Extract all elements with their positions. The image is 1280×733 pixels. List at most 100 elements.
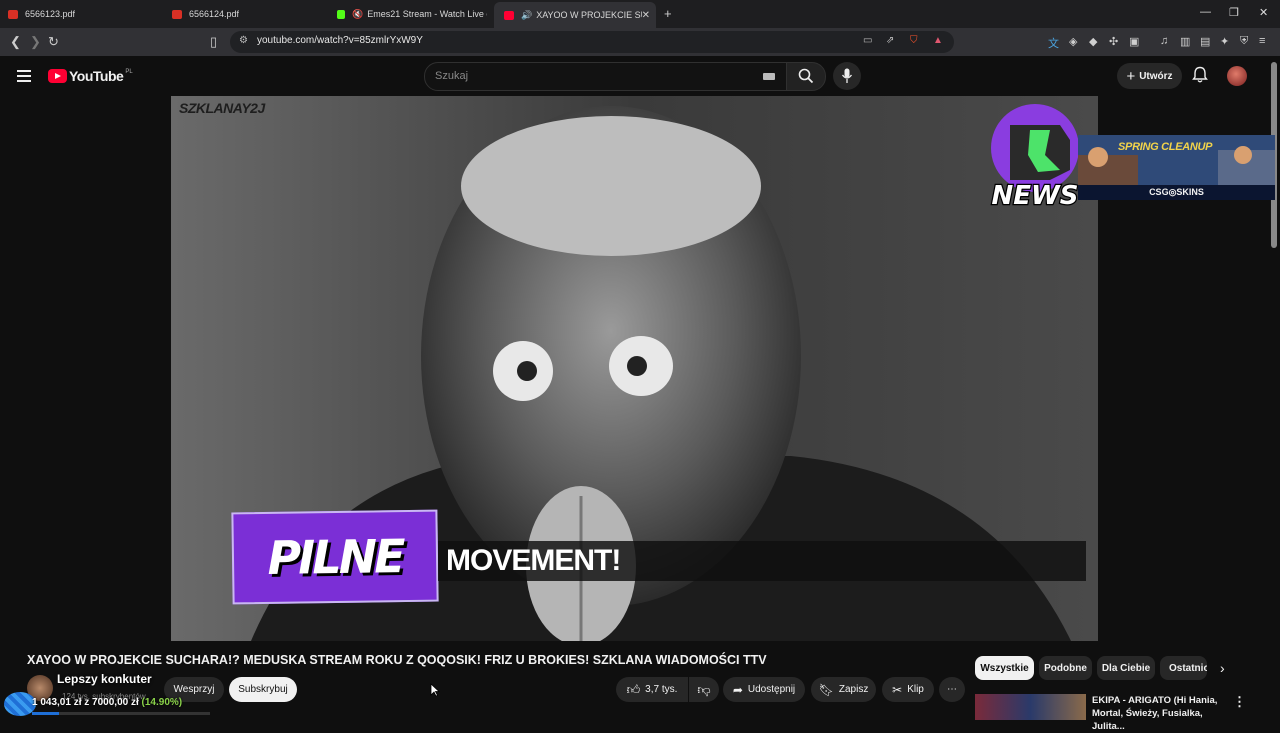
kick-icon <box>337 9 345 19</box>
share-button[interactable]: ➦ Udostępnij <box>723 677 805 702</box>
tab-pdf-2[interactable]: 6566124.pdf <box>172 0 332 28</box>
youtube-play-icon <box>48 69 67 83</box>
chip-recent[interactable]: Ostatnio <box>1160 656 1207 680</box>
close-tab-icon[interactable]: ✕ <box>642 10 650 21</box>
account-avatar[interactable] <box>1227 66 1247 86</box>
recommended-thumbnail[interactable] <box>975 694 1086 720</box>
news-label: NEWS <box>992 181 1079 211</box>
new-tab-button[interactable]: + <box>664 6 672 21</box>
donation-percent: (14.90%) <box>141 697 183 708</box>
forward-icon[interactable]: ❯ <box>30 34 41 50</box>
address-bar-row: ❮ ❯ ↻ ▯ ⚙ youtube.com/watch?v=85zmlrYxW9… <box>0 28 1280 56</box>
rewards-icon[interactable]: ▲ <box>933 35 943 46</box>
sidebar-icon[interactable]: ▥ <box>1180 35 1190 48</box>
vpn-icon[interactable]: ⛨ <box>1240 35 1248 48</box>
donation-progress-fill <box>32 712 59 715</box>
url-text[interactable]: youtube.com/watch?v=85zmlrYxW9Y <box>257 35 423 46</box>
chevron-right-icon[interactable]: › <box>1220 660 1225 676</box>
bookmark-save-icon: 🔖︎ <box>818 682 834 697</box>
tab-title: 6566123.pdf <box>25 9 76 19</box>
tab-youtube-active[interactable]: 🔊 XAYOO W PROJEKCIE SUCHAR ✕ <box>494 2 656 28</box>
notifications-bell-icon[interactable] <box>1192 66 1208 84</box>
search-button[interactable] <box>786 62 826 91</box>
thumbs-up-icon: 👍︎ <box>626 681 641 697</box>
url-field[interactable]: ⚙ youtube.com/watch?v=85zmlrYxW9Y ▭ ⇗ ⛉ … <box>230 31 954 53</box>
voice-search-button[interactable] <box>833 62 861 90</box>
chip-related[interactable]: Podobne <box>1039 656 1092 680</box>
headline-bar: MOVEMENT! <box>438 541 1086 581</box>
muted-icon[interactable]: 🔇 <box>352 9 363 20</box>
site-info-icon[interactable]: ⚙ <box>239 35 248 46</box>
chip-all[interactable]: Wszystkie <box>975 656 1034 680</box>
search-icon <box>798 68 814 84</box>
speaker-icon[interactable]: 🔊 <box>521 10 532 21</box>
extension-icon[interactable]: ◈ <box>1069 35 1077 48</box>
extension-icon[interactable]: ▣ <box>1129 35 1139 48</box>
pdf-icon <box>8 9 18 19</box>
pdf-icon <box>172 9 182 19</box>
like-count: 3,7 tys. <box>645 684 678 695</box>
puzzle-icon[interactable]: ✣ <box>1109 35 1118 48</box>
ad-banner[interactable]: SPRING CLEANUP CSG◎SKINS <box>1078 135 1275 200</box>
donation-text: 1 043,01 zł z 7000,00 zł <box>32 697 139 708</box>
create-button[interactable]: + Utwórz <box>1117 63 1182 89</box>
plus-icon: + <box>1126 67 1136 85</box>
reload-icon[interactable]: ↻ <box>48 34 59 50</box>
channel-name-overlay[interactable]: Lepszy konkuter <box>57 672 152 686</box>
donation-progress-bar <box>32 712 210 715</box>
share-label: Udostępnij <box>747 684 796 695</box>
save-button[interactable]: 🔖︎ Zapisz <box>811 677 876 702</box>
wallet-icon[interactable]: ▤ <box>1200 35 1210 48</box>
menu-icon[interactable]: ≡ <box>1259 35 1265 47</box>
chip-for-you[interactable]: Dla Ciebie <box>1097 656 1155 680</box>
logo-text: YouTube <box>69 68 124 84</box>
tab-title: XAYOO W PROJEKCIE SUCHAR <box>536 10 641 20</box>
bookmark-icon[interactable]: ▯ <box>210 34 217 50</box>
tab-title: Emes21 Stream - Watch Live on K <box>367 9 487 19</box>
video-title: XAYOO W PROJEKCIE SUCHARA!? MEDUSKA STRE… <box>27 653 767 667</box>
microphone-icon <box>841 68 853 83</box>
country-code: PL <box>125 68 133 75</box>
more-vert-icon[interactable]: ⋮ <box>1233 694 1246 710</box>
save-label: Zapisz <box>838 684 869 695</box>
cast-icon[interactable]: ▭ <box>863 35 872 46</box>
youtube-logo[interactable]: YouTube PL <box>48 68 133 84</box>
minimize-button[interactable]: — <box>1200 6 1211 18</box>
like-button[interactable]: 👍︎ 3,7 tys. <box>616 677 688 702</box>
search-input[interactable]: Szukaj <box>424 62 788 91</box>
donation-amount: 1 043,01 zł z 7000,00 zł (14.90%) <box>32 697 182 708</box>
scissors-icon: ✂ <box>892 682 903 697</box>
extension-icon[interactable]: ◆ <box>1089 35 1097 48</box>
share-icon[interactable]: ⇗ <box>886 35 894 46</box>
brave-shield-icon[interactable]: ⛉ <box>910 35 918 46</box>
back-icon[interactable]: ❮ <box>10 34 21 50</box>
share-arrow-icon: ➦ <box>732 682 743 697</box>
mouse-cursor-icon <box>430 683 440 697</box>
headline-text: MOVEMENT! <box>446 544 621 577</box>
recommended-title[interactable]: EKIPA - ARIGATO (Hi Hania, Mortal, Śwież… <box>1092 694 1232 733</box>
hamburger-menu-icon[interactable] <box>17 70 31 85</box>
tab-pdf-1[interactable]: 6566123.pdf <box>8 0 168 28</box>
news-badge-logo: NEWS <box>990 104 1080 212</box>
translate-extension-icon[interactable]: 文 <box>1048 35 1059 51</box>
tab-kick-stream[interactable]: 🔇 Emes21 Stream - Watch Live on K <box>337 0 487 28</box>
search-placeholder: Szukaj <box>435 70 469 82</box>
thumbs-down-icon: 👎︎ <box>697 681 711 697</box>
dislike-button[interactable]: 👎︎ <box>689 677 719 702</box>
close-window-button[interactable]: ✕ <box>1259 6 1268 19</box>
subscribe-button[interactable]: Subskrybuj <box>229 677 297 702</box>
clip-button[interactable]: ✂ Klip <box>882 677 934 702</box>
pilne-banner: PILNE <box>231 509 439 605</box>
ad-brand: CSG◎SKINS <box>1078 185 1275 200</box>
channel-watermark: SZKLANAY2J <box>179 100 265 116</box>
pilne-label: PILNE <box>267 529 403 585</box>
browser-tab-bar: 6566123.pdf 6566124.pdf 🔇 Emes21 Stream … <box>0 0 1280 28</box>
ai-icon[interactable]: ✦ <box>1220 35 1229 48</box>
more-actions-button[interactable]: ⋯ <box>939 677 965 702</box>
youtube-icon <box>504 10 514 20</box>
ad-title: SPRING CLEANUP <box>1118 141 1213 153</box>
music-icon[interactable]: ♫ <box>1160 35 1168 47</box>
maximize-button[interactable]: ❐ <box>1229 6 1239 19</box>
tab-title: 6566124.pdf <box>189 9 240 19</box>
keyboard-icon[interactable] <box>763 73 775 80</box>
